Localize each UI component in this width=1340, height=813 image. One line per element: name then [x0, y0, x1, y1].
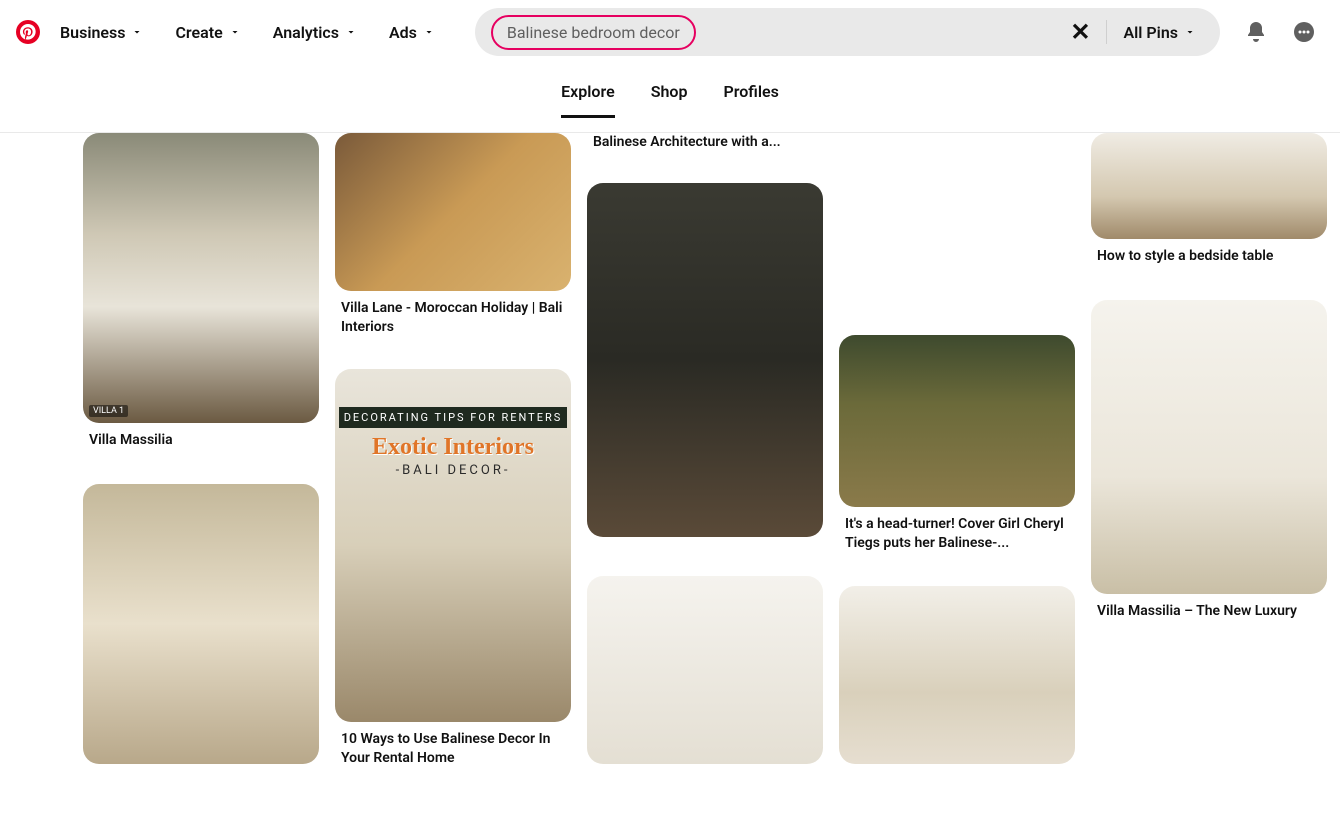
tab-shop[interactable]: Shop: [651, 82, 688, 118]
nav-ads-label: Ads: [389, 23, 417, 42]
notifications-icon[interactable]: [1236, 12, 1276, 52]
pin-image: [1091, 133, 1327, 239]
pin[interactable]: Balinese Architecture with a...: [587, 133, 823, 152]
pin-title: It's a head-turner! Cover Girl Cheryl Ti…: [839, 507, 1075, 553]
pin-image: [587, 183, 823, 537]
pin[interactable]: [587, 183, 823, 537]
search-filter[interactable]: All Pins: [1115, 23, 1204, 42]
pin[interactable]: It's a head-turner! Cover Girl Cheryl Ti…: [839, 335, 1075, 553]
pin-image: [587, 576, 823, 764]
search-input-value: Balinese bedroom decor: [507, 23, 680, 42]
pin-title: Villa Massilia: [83, 423, 319, 450]
search-highlight: Balinese bedroom decor: [491, 15, 696, 50]
nav-business[interactable]: Business: [48, 15, 155, 50]
pin-title: Villa Lane - Moroccan Holiday | Bali Int…: [335, 291, 571, 337]
pin-image: [335, 133, 571, 291]
nav-create-label: Create: [175, 23, 222, 42]
clear-search-icon[interactable]: ✕: [1062, 18, 1098, 46]
pin[interactable]: How to style a bedside table: [1091, 133, 1327, 266]
chevron-down-icon: [229, 26, 241, 38]
pin-grid: VILLA 1 Villa Massilia Villa Lane - Moro…: [0, 133, 1340, 813]
pin-image: DECORATING TIPS FOR RENTERS Exotic Inter…: [335, 369, 571, 722]
pin[interactable]: Villa Massilia – The New Luxury: [1091, 300, 1327, 621]
pin[interactable]: VILLA 1 Villa Massilia: [83, 133, 319, 450]
messages-icon[interactable]: [1284, 12, 1324, 52]
tabs: Explore Shop Profiles: [0, 64, 1340, 133]
overlay-text-top: DECORATING TIPS FOR RENTERS: [339, 407, 567, 428]
overlay-text-sub: -BALI DECOR-: [339, 463, 567, 478]
nav-ads[interactable]: Ads: [377, 15, 447, 50]
nav-analytics[interactable]: Analytics: [261, 15, 369, 50]
header: Business Create Analytics Ads Balinese b…: [0, 0, 1340, 64]
pin[interactable]: Villa Lane - Moroccan Holiday | Bali Int…: [335, 133, 571, 337]
chevron-down-icon: [423, 26, 435, 38]
tab-profiles[interactable]: Profiles: [723, 82, 778, 118]
pin[interactable]: [839, 586, 1075, 764]
pin-image: [839, 335, 1075, 507]
search-bar[interactable]: Balinese bedroom decor ✕ All Pins: [475, 8, 1220, 56]
pin-title: Villa Massilia – The New Luxury: [1091, 594, 1327, 621]
chevron-down-icon: [1184, 26, 1196, 38]
pin-image: [83, 484, 319, 764]
pin-title: Balinese Architecture with a...: [587, 133, 823, 152]
nav-analytics-label: Analytics: [273, 23, 339, 42]
overlay: DECORATING TIPS FOR RENTERS Exotic Inter…: [335, 401, 571, 484]
divider: [1106, 20, 1107, 44]
nav-create[interactable]: Create: [163, 15, 252, 50]
chevron-down-icon: [345, 26, 357, 38]
pin-title: 10 Ways to Use Balinese Decor In Your Re…: [335, 722, 571, 768]
pin-image: [1091, 300, 1327, 594]
search-filter-label: All Pins: [1123, 23, 1178, 42]
chevron-down-icon: [131, 26, 143, 38]
pin-image: VILLA 1: [83, 133, 319, 423]
watermark: VILLA 1: [89, 405, 128, 417]
pinterest-logo[interactable]: [16, 20, 40, 44]
nav-business-label: Business: [60, 23, 125, 42]
tab-explore[interactable]: Explore: [561, 82, 615, 118]
pin-title: How to style a bedside table: [1091, 239, 1327, 266]
pin[interactable]: [587, 576, 823, 764]
overlay-text-main: Exotic Interiors: [339, 434, 567, 461]
pin[interactable]: [83, 484, 319, 764]
pin-image: [839, 586, 1075, 764]
pin[interactable]: DECORATING TIPS FOR RENTERS Exotic Inter…: [335, 369, 571, 768]
